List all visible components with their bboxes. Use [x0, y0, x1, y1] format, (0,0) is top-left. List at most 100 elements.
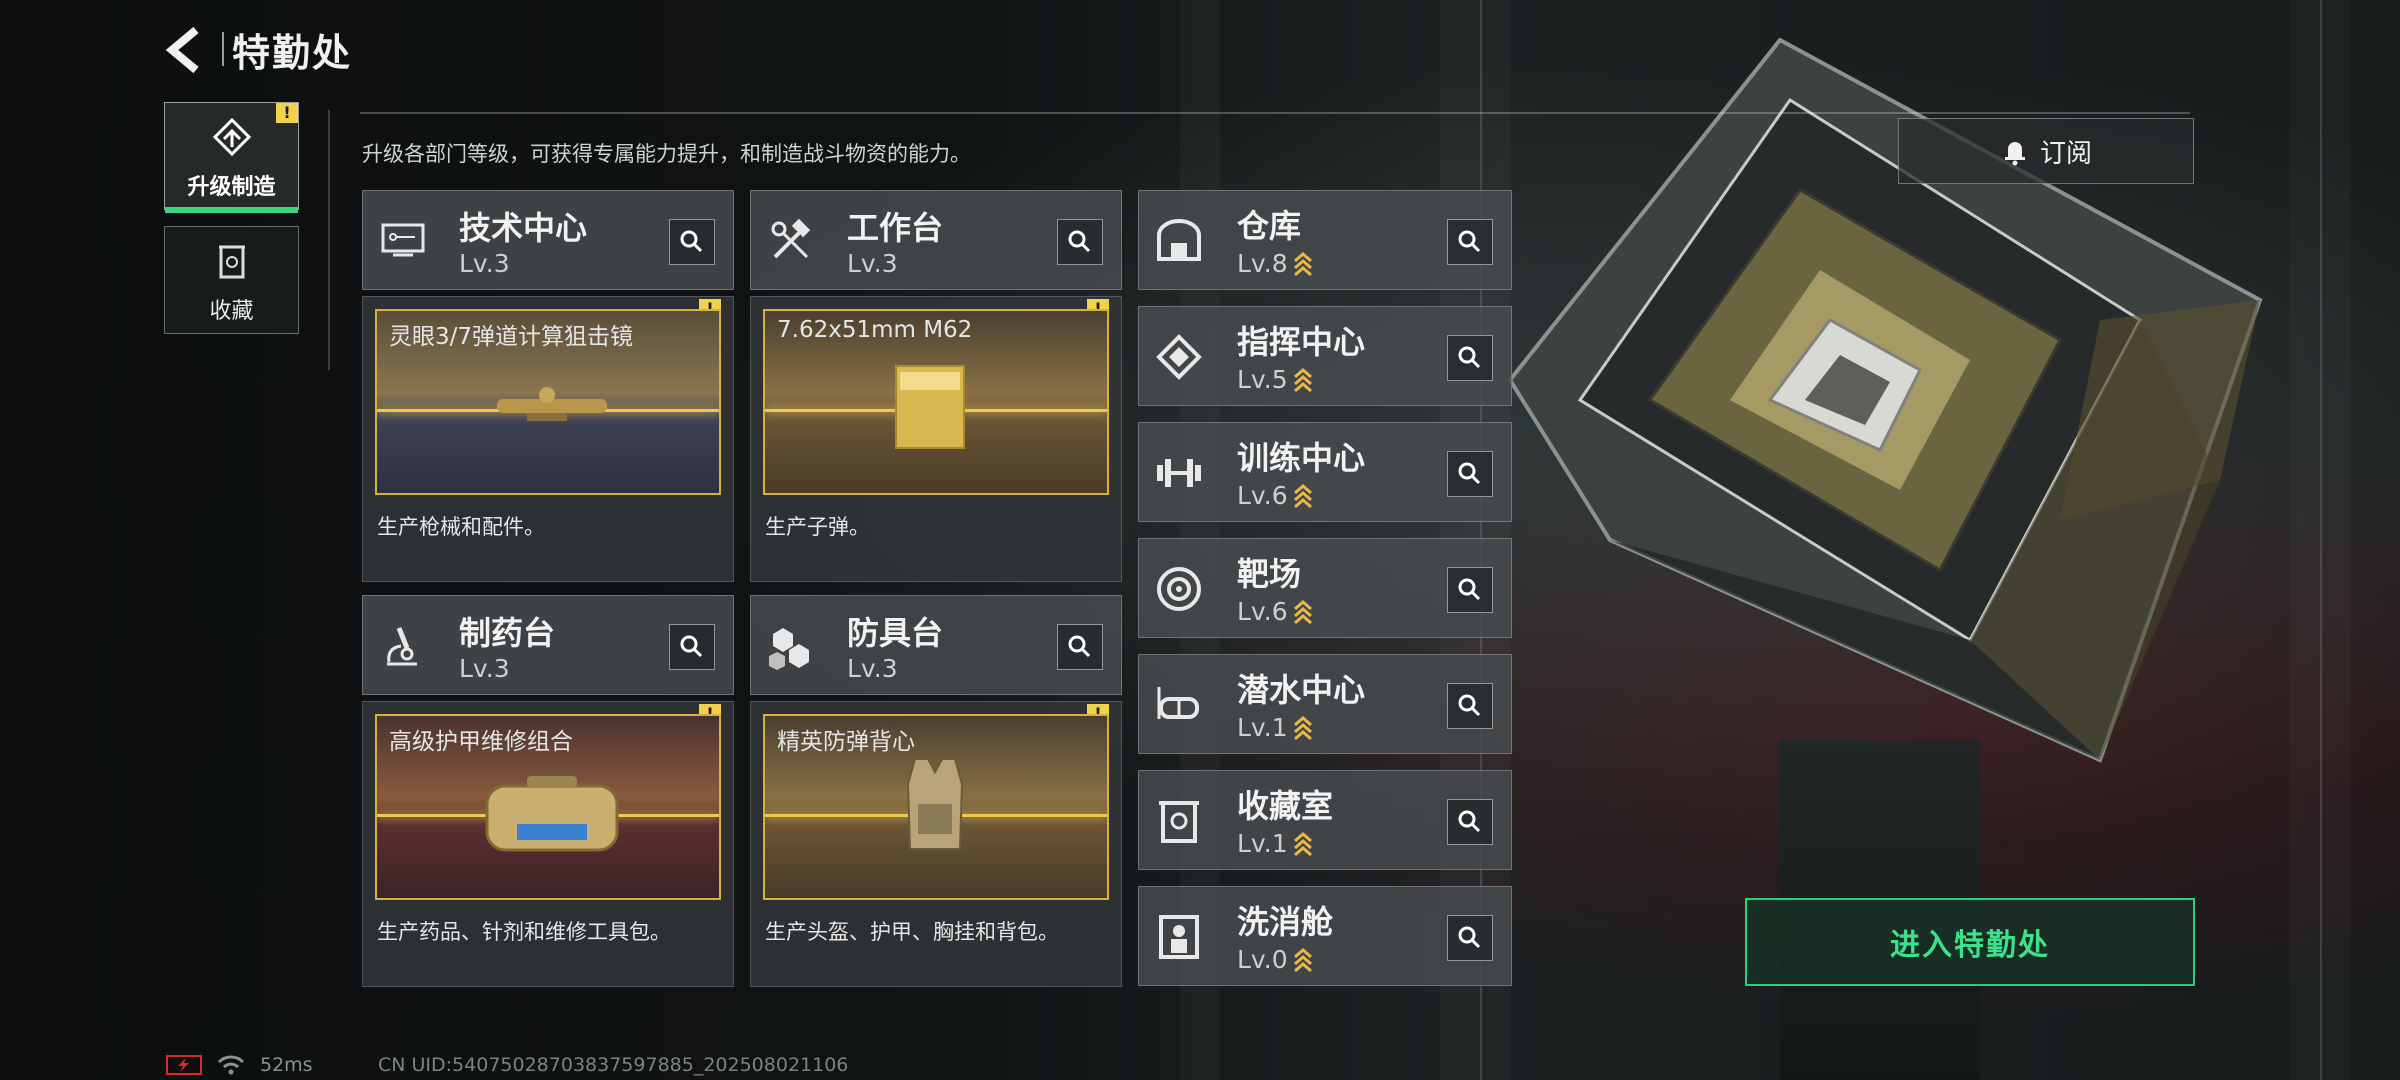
magnifier-icon: [1458, 346, 1481, 369]
room-collection[interactable]: 收藏室 Lv.1: [1138, 770, 1512, 870]
inspect-button[interactable]: [1447, 567, 1493, 613]
inspect-button[interactable]: [1447, 915, 1493, 961]
workstation-name: 工作台: [847, 209, 944, 247]
room-name: 仓库: [1237, 207, 1302, 245]
room-level: Lv.6: [1237, 481, 1288, 510]
dumbbell-icon: [1157, 459, 1201, 487]
magnifier-icon: [680, 635, 703, 658]
room-name: 洗消舱: [1237, 903, 1334, 941]
rank-chevron-icon: [1293, 831, 1312, 856]
magnifier-icon: [1458, 578, 1481, 601]
trash-bin-icon: [218, 245, 245, 279]
product-slot[interactable]: 7.62x51mm M62: [763, 309, 1109, 495]
armor-icon: [769, 628, 809, 670]
room-level: Lv.1: [1237, 713, 1288, 742]
card-header[interactable]: 防具台 Lv.3: [750, 595, 1122, 695]
room-level: Lv.5: [1237, 365, 1288, 394]
room-level: Lv.8: [1237, 249, 1288, 278]
product-name: 高级护甲维修组合: [389, 729, 573, 755]
magnifier-icon: [1458, 810, 1481, 833]
tab-label: 升级制造: [187, 175, 276, 200]
inspect-button[interactable]: [1447, 799, 1493, 845]
diving-mask-icon: [1157, 687, 1199, 719]
room-name: 训练中心: [1237, 439, 1366, 477]
page-description: 升级各部门等级，可获得专属能力提升，和制造战斗物资的能力。: [362, 142, 971, 166]
chip-icon: [1156, 334, 1202, 380]
back-arrow-icon: [165, 26, 199, 74]
tab-upgrade-craft[interactable]: 升级制造 !: [164, 102, 299, 213]
card-header[interactable]: 制药台 Lv.3: [362, 595, 734, 695]
card-header[interactable]: 工作台 Lv.3: [750, 190, 1122, 290]
magnifier-icon: [680, 230, 703, 253]
rank-chevron-icon: [1293, 367, 1312, 392]
vest-image: [906, 758, 964, 850]
product-name: 精英防弹背心: [777, 729, 915, 755]
rank-chevron-icon: [1293, 947, 1312, 972]
room-diving-center[interactable]: 潜水中心 Lv.1: [1138, 654, 1512, 754]
inspect-button[interactable]: [669, 219, 715, 265]
workstation-level: Lv.3: [847, 654, 898, 683]
inspect-button[interactable]: [669, 624, 715, 670]
workstation-level: Lv.3: [459, 249, 510, 278]
inspect-button[interactable]: [1447, 219, 1493, 265]
subscribe-button[interactable]: 订阅: [1898, 118, 2194, 184]
product-slot[interactable]: 灵眼3/7弹道计算狙击镜: [375, 309, 721, 495]
production-panel[interactable]: ! 精英防弹背心 生产头盔、护甲、胸挂和背包。: [750, 701, 1122, 987]
product-slot[interactable]: 精英防弹背心: [763, 714, 1109, 900]
product-name: 7.62x51mm M62: [777, 317, 973, 343]
rank-chevron-icon: [1293, 715, 1312, 740]
scope-image: [497, 387, 607, 421]
room-training-center[interactable]: 训练中心 Lv.6: [1138, 422, 1512, 522]
production-panel[interactable]: ! 7.62x51mm M62 生产子弹。: [750, 296, 1122, 582]
production-panel[interactable]: ! 灵眼3/7弹道计算狙击镜 生产枪械和配件。: [362, 296, 734, 582]
repair-kit-image: [485, 776, 619, 852]
magnifier-icon: [1458, 230, 1481, 253]
back-button[interactable]: [160, 20, 210, 80]
inspect-button[interactable]: [1447, 451, 1493, 497]
ammo-box-image: [895, 365, 965, 449]
workstation-level: Lv.3: [847, 249, 898, 278]
rank-chevron-icon: [1293, 599, 1312, 624]
inspect-button[interactable]: [1057, 624, 1103, 670]
card-header[interactable]: 技术中心 Lv.3: [362, 190, 734, 290]
tab-collection[interactable]: 收藏: [164, 226, 299, 334]
collection-icon: [1159, 801, 1199, 843]
inspect-button[interactable]: [1447, 335, 1493, 381]
status-bar: 52ms: [166, 1054, 313, 1076]
warning-badge: !: [276, 103, 298, 123]
product-slot[interactable]: 高级护甲维修组合: [375, 714, 721, 900]
hazmat-icon: [1159, 915, 1199, 959]
inspect-button[interactable]: [1057, 219, 1103, 265]
workstation-description: 生产药品、针剂和维修工具包。: [377, 920, 671, 944]
room-level: Lv.1: [1237, 829, 1288, 858]
rank-chevron-icon: [1293, 251, 1312, 276]
room-shooting-range[interactable]: 靶场 Lv.6: [1138, 538, 1512, 638]
tools-icon: [771, 218, 811, 259]
magnifier-icon: [1068, 635, 1091, 658]
room-warehouse[interactable]: 仓库 Lv.8: [1138, 190, 1512, 290]
workstation-workbench: 工作台 Lv.3 ! 7.62x51mm M62 生产子弹。: [750, 190, 1122, 582]
tab-label: 收藏: [209, 299, 254, 324]
workstation-name: 防具台: [847, 614, 944, 652]
warehouse-icon: [1157, 219, 1201, 261]
divider: [328, 110, 330, 370]
workstation-level: Lv.3: [459, 654, 510, 683]
room-level: Lv.6: [1237, 597, 1288, 626]
title-separator: [222, 32, 224, 66]
room-command-center[interactable]: 指挥中心 Lv.5: [1138, 306, 1512, 406]
production-panel[interactable]: ! 高级护甲维修组合 生产药品、针剂和维修工具包。: [362, 701, 734, 987]
active-tab-indicator: [165, 207, 298, 213]
workstation-pharmacy: 制药台 Lv.3 ! 高级护甲维修组合 生产药品、针剂和维修工具包。: [362, 595, 734, 987]
enter-label: 进入特勤处: [1890, 928, 2050, 963]
room-decontamination[interactable]: 洗消舱 Lv.0: [1138, 886, 1512, 986]
inspect-button[interactable]: [1447, 683, 1493, 729]
room-name: 潜水中心: [1237, 671, 1366, 709]
product-name: 灵眼3/7弹道计算狙击镜: [389, 324, 634, 350]
enter-special-ops-button[interactable]: 进入特勤处: [1745, 898, 2195, 986]
subscribe-label: 订阅: [2039, 138, 2092, 169]
wifi-icon: [217, 1055, 245, 1075]
workstation-description: 生产子弹。: [765, 515, 870, 539]
workstation-armor-bench: 防具台 Lv.3 ! 精英防弹背心 生产头盔、护甲、胸挂和背包。: [750, 595, 1122, 987]
rank-chevron-icon: [1293, 483, 1312, 508]
magnifier-icon: [1458, 462, 1481, 485]
